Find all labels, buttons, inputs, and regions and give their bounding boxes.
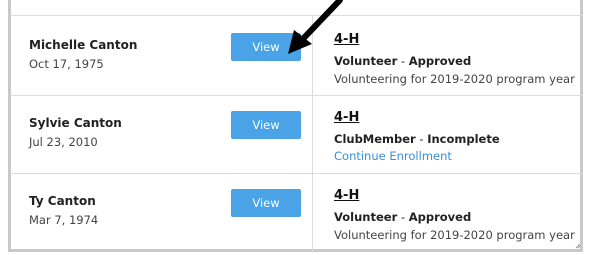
enrollment-status: ClubMember - Incomplete [334,132,500,146]
view-button[interactable]: View [231,33,301,61]
status-label: Approved [408,54,472,68]
status-separator: - [397,210,409,224]
column-divider [312,16,313,95]
enrollment-status: Volunteer - Approved [334,54,471,68]
member-name: Michelle Canton [29,38,138,52]
status-separator: - [397,54,409,68]
role-label: ClubMember [334,132,416,146]
member-dob: Oct 17, 1975 [29,57,104,71]
member-name: Ty Canton [29,194,96,208]
resize-grip-icon[interactable] [575,243,581,249]
enrollment-note: Volunteering for 2019-2020 program year [334,72,575,86]
enrollment-note: Volunteering for 2019-2020 program year [334,228,575,242]
member-name: Sylvie Canton [29,116,122,130]
member-dob: Jul 23, 2010 [29,135,98,149]
role-label: Volunteer [334,210,398,224]
column-divider [312,174,313,251]
view-button[interactable]: View [231,189,301,217]
program-link[interactable]: 4-H [334,188,359,203]
view-button[interactable]: View [231,111,301,139]
member-card: Michelle Canton Oct 17, 1975 View 4-H Vo… [10,15,583,95]
continue-enrollment-link[interactable]: Continue Enrollment [334,149,452,163]
role-label: Volunteer [334,54,398,68]
status-label: Approved [408,210,472,224]
enrollment-status: Volunteer - Approved [334,210,471,224]
status-label: Incomplete [427,132,500,146]
member-card: Sylvie Canton Jul 23, 2010 View 4-H Club… [10,95,583,173]
program-link[interactable]: 4-H [334,32,359,47]
column-divider [312,96,313,173]
member-card: Ty Canton Mar 7, 1974 View 4-H Volunteer… [10,173,583,251]
member-dob: Mar 7, 1974 [29,213,99,227]
program-link[interactable]: 4-H [334,110,359,125]
status-separator: - [415,132,428,146]
